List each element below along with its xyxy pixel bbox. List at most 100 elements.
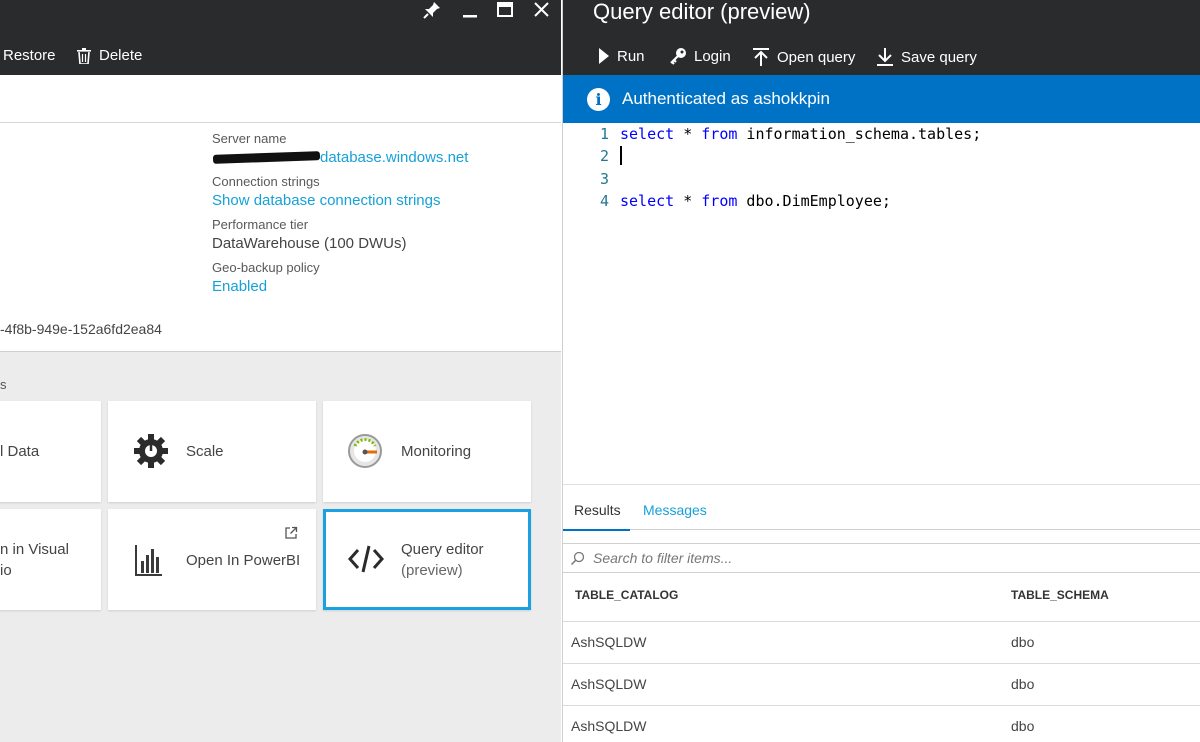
database-blade-header: Restore Delete — [0, 0, 561, 75]
tile-open-visual-studio[interactable]: n in Visual io — [0, 509, 101, 610]
tab-results[interactable]: Results — [574, 502, 621, 518]
external-link-icon — [284, 526, 298, 545]
code-segment: * — [674, 192, 702, 210]
line-number: 3 — [599, 170, 609, 188]
editor-line: 4 select * from dbo.DimEmployee; — [563, 190, 1200, 212]
open-query-label: Open query — [777, 48, 856, 66]
performance-tier-value: DataWarehouse (100 DWUs) — [212, 235, 407, 252]
line-number: 4 — [599, 192, 609, 210]
table-cell: AshSQLDW — [571, 718, 647, 734]
authentication-info-bar: i Authenticated as ashokkpin — [563, 75, 1200, 123]
login-label: Login — [694, 47, 731, 65]
query-editor-header: Query editor (preview) Run Login Open qu… — [563, 0, 1200, 75]
login-button[interactable]: Login — [669, 47, 731, 65]
table-cell: dbo — [1011, 718, 1035, 734]
code-icon — [347, 542, 385, 576]
gear-icon — [132, 432, 170, 470]
tile-scale[interactable]: Scale — [108, 401, 316, 502]
tile-label-line2: (preview) — [401, 562, 463, 579]
table-cell: dbo — [1011, 634, 1035, 650]
divider — [0, 122, 561, 123]
redaction-scribble — [212, 151, 321, 164]
info-icon: i — [587, 87, 610, 111]
divider — [0, 351, 561, 352]
tile-load-data[interactable]: l Data — [0, 401, 101, 502]
tile-label-line1: Query editor — [401, 541, 484, 558]
maximize-icon[interactable] — [494, 0, 516, 20]
line-number: 1 — [599, 125, 609, 143]
search-icon — [570, 551, 585, 566]
table-row[interactable]: AshSQLDW dbo — [563, 705, 1200, 742]
geo-backup-label: Geo-backup policy — [212, 260, 320, 275]
filter-placeholder: Search to filter items... — [593, 550, 733, 566]
code-segment: dbo.DimEmployee; — [737, 192, 891, 210]
keyword: from — [701, 125, 738, 143]
query-editor-blade: Query editor (preview) Run Login Open qu… — [562, 0, 1200, 742]
code-segment: * — [674, 125, 702, 143]
tile-label-line2: io — [0, 562, 12, 579]
blade-title: Query editor (preview) — [593, 0, 811, 24]
upload-icon — [752, 47, 777, 67]
tile-query-editor[interactable]: Query editor (preview) — [323, 509, 531, 610]
tile-open-in-powerbi[interactable]: Open In PowerBI — [108, 509, 316, 610]
table-cell: AshSQLDW — [571, 676, 647, 692]
key-icon — [669, 47, 694, 65]
open-query-button[interactable]: Open query — [752, 47, 855, 67]
minimize-icon[interactable] — [459, 0, 481, 20]
gauge-icon — [347, 433, 383, 469]
editor-line: 3 — [563, 168, 1200, 190]
server-name-link[interactable]: database.windows.net — [320, 149, 468, 166]
delete-label: Delete — [99, 47, 143, 64]
run-button[interactable]: Run — [598, 47, 645, 65]
sql-editor[interactable]: 1 select * from information_schema.table… — [563, 123, 1200, 483]
restore-label: Restore — [3, 47, 56, 64]
pin-icon[interactable] — [421, 0, 443, 20]
authentication-message: Authenticated as ashokkpin — [622, 89, 830, 108]
subscription-id: -4f8b-949e-152a6fd2ea84 — [0, 321, 162, 337]
code-text: select * from dbo.DimEmployee; — [620, 190, 891, 212]
delete-button[interactable]: Delete — [77, 47, 142, 64]
keyword: select — [620, 125, 675, 143]
save-query-button[interactable]: Save query — [876, 47, 977, 67]
code-segment: information_schema.tables; — [737, 125, 982, 143]
connection-strings-label: Connection strings — [212, 174, 320, 189]
table-row[interactable]: AshSQLDW dbo — [563, 663, 1200, 705]
tile-label: Scale — [186, 443, 224, 460]
server-name-label: Server name — [212, 131, 287, 146]
close-icon[interactable] — [530, 0, 552, 20]
column-header[interactable]: TABLE_SCHEMA — [1011, 588, 1109, 602]
code-text: select * from information_schema.tables; — [620, 123, 981, 145]
powerbi-icon — [132, 541, 166, 577]
text-cursor — [620, 146, 622, 165]
database-blade: Restore Delete Server name database.wind… — [0, 0, 561, 742]
save-query-label: Save query — [901, 48, 977, 66]
restore-button[interactable]: Restore — [3, 47, 56, 64]
essentials-panel: Server name database.windows.net Connect… — [0, 75, 561, 352]
active-tab-indicator — [563, 529, 630, 531]
table-cell: AshSQLDW — [571, 634, 647, 650]
tile-label: Open In PowerBI — [186, 552, 301, 569]
download-icon — [876, 47, 901, 67]
play-icon — [598, 47, 617, 65]
connection-strings-link[interactable]: Show database connection strings — [212, 192, 440, 209]
run-label: Run — [617, 47, 645, 65]
keyword: from — [701, 192, 738, 210]
tile-label: Monitoring — [401, 443, 472, 460]
keyword: select — [620, 192, 675, 210]
results-tab-bar: Results Messages — [563, 484, 1200, 531]
editor-line: 1 select * from information_schema.table… — [563, 123, 1200, 145]
line-number: 2 — [599, 147, 609, 165]
tab-messages[interactable]: Messages — [643, 502, 707, 518]
performance-tier-label: Performance tier — [212, 217, 309, 232]
column-header[interactable]: TABLE_CATALOG — [575, 588, 678, 602]
trash-icon — [77, 47, 91, 64]
filter-input[interactable]: Search to filter items... — [563, 543, 1200, 573]
geo-backup-link[interactable]: Enabled — [212, 278, 267, 295]
table-cell: dbo — [1011, 676, 1035, 692]
tile-label: l Data — [0, 443, 40, 460]
editor-line: 2 — [563, 145, 1200, 167]
tile-monitoring[interactable]: Monitoring — [323, 401, 531, 502]
tile-label-line1: n in Visual — [0, 541, 69, 558]
section-label: s — [0, 377, 7, 392]
table-row[interactable]: AshSQLDW dbo — [563, 621, 1200, 663]
